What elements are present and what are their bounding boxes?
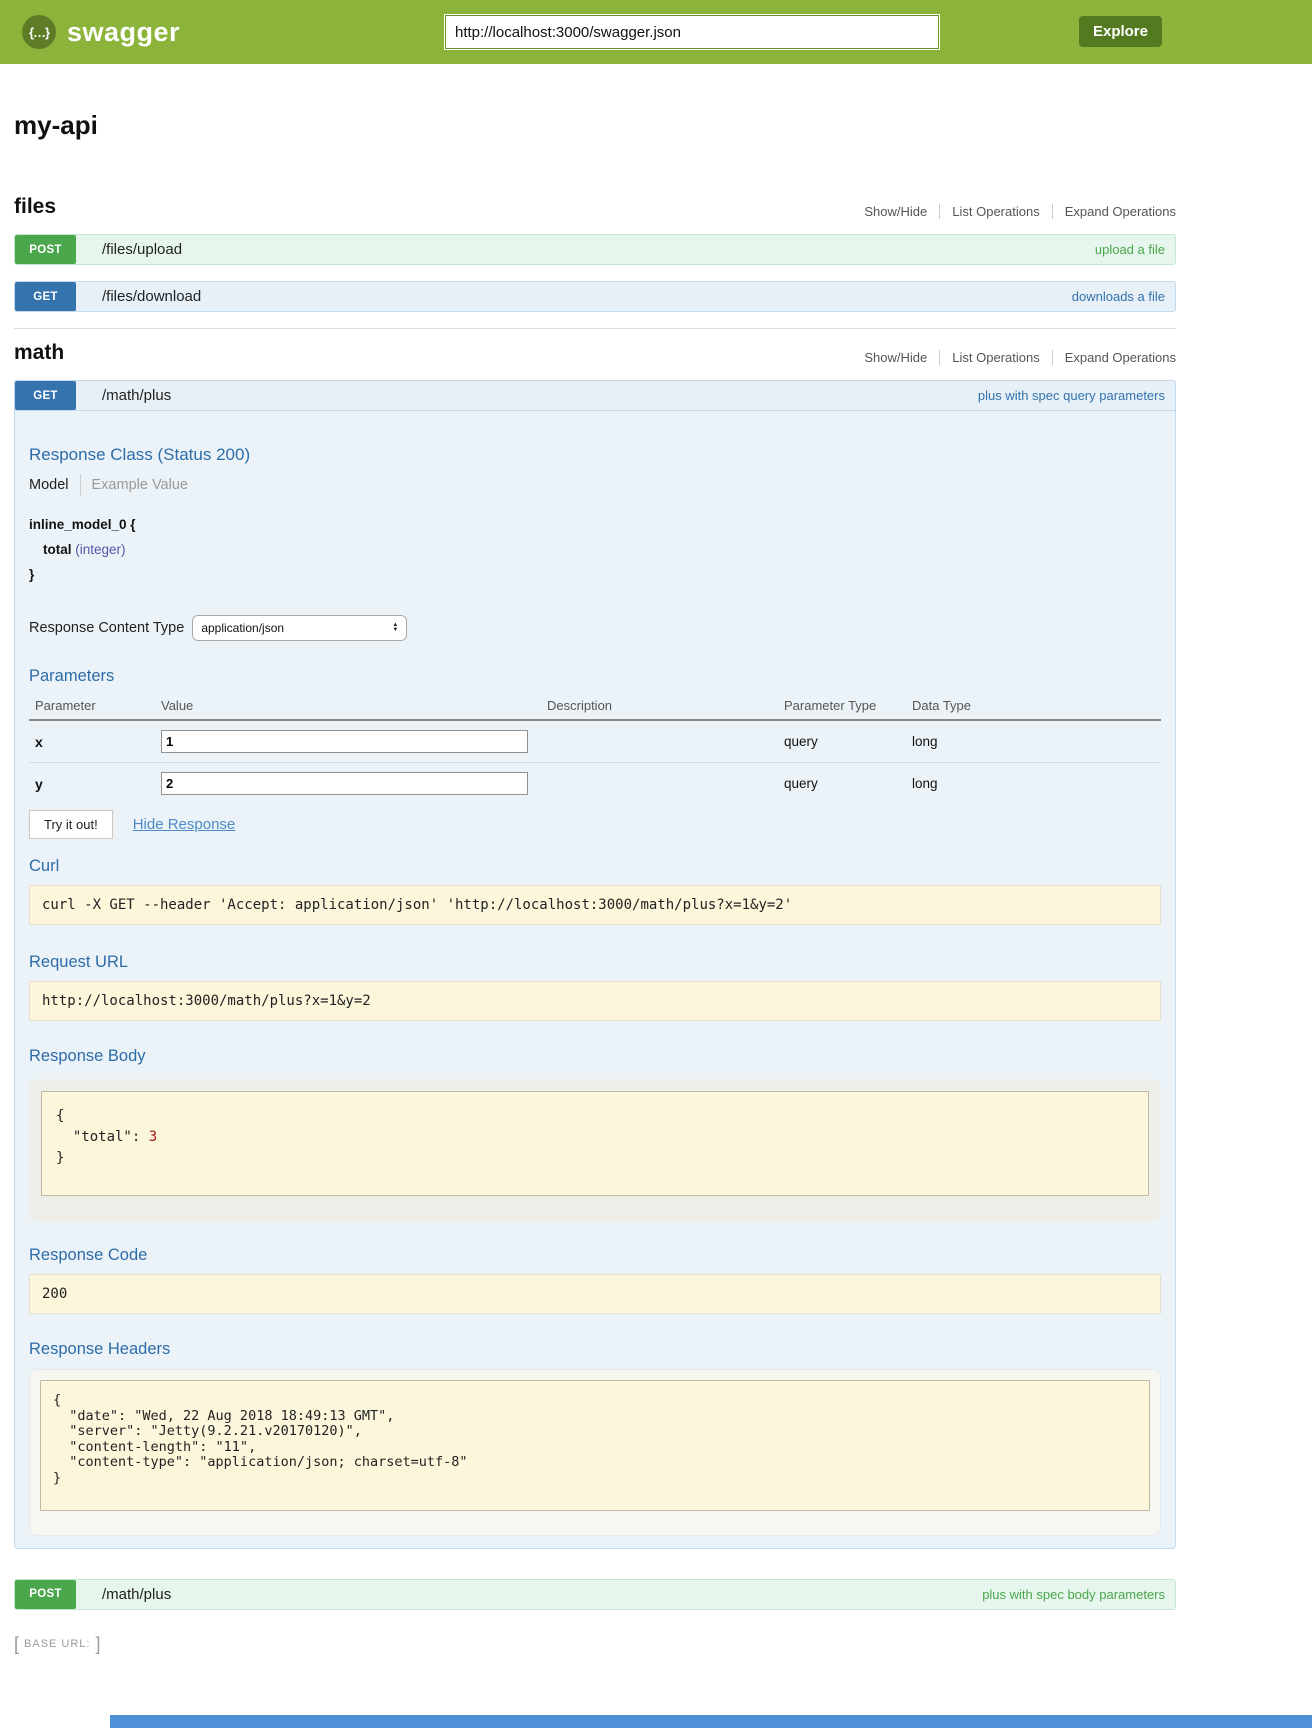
col-parameter-type: Parameter Type — [784, 698, 912, 713]
separator — [80, 474, 81, 496]
response-body-json: { "total": 3 } — [41, 1091, 1149, 1196]
list-operations-link[interactable]: List Operations — [952, 350, 1039, 365]
try-it-out-button[interactable]: Try it out! — [29, 810, 113, 839]
section-title-math: math — [14, 341, 64, 365]
list-operations-link[interactable]: List Operations — [952, 204, 1039, 219]
col-description: Description — [547, 698, 784, 713]
parameters-table: Parameter Value Description Parameter Ty… — [29, 694, 1161, 804]
request-url-heading: Request URL — [29, 953, 1161, 972]
parameters-heading: Parameters — [29, 667, 1161, 686]
response-code-heading: Response Code — [29, 1246, 1161, 1265]
model-property-name: total — [43, 542, 72, 557]
method-badge-post[interactable]: POST — [15, 1580, 76, 1609]
endpoint-row-math-plus-get[interactable]: GET /math/plus plus with spec query para… — [14, 380, 1176, 411]
show-hide-link[interactable]: Show/Hide — [864, 350, 927, 365]
separator — [939, 350, 940, 365]
section-files: files Show/Hide List Operations Expand O… — [14, 195, 1176, 312]
endpoint-row-files-download[interactable]: GET /files/download downloads a file — [14, 281, 1176, 312]
header-bar: {…} swagger Explore — [0, 0, 1312, 64]
response-content-type-select[interactable]: application/json ▲▼ — [192, 615, 407, 641]
method-badge-get[interactable]: GET — [15, 381, 76, 410]
response-class-heading: Response Class (Status 200) — [29, 445, 1161, 465]
param-type: query — [784, 734, 912, 749]
endpoint-description-link[interactable]: downloads a file — [1072, 289, 1165, 304]
param-name: y — [35, 776, 161, 792]
model-signature: inline_model_0 { total (integer) } — [29, 512, 1161, 587]
separator — [1052, 350, 1053, 365]
expand-operations-link[interactable]: Expand Operations — [1065, 204, 1176, 219]
endpoint-description-link[interactable]: plus with spec body parameters — [982, 1587, 1165, 1602]
endpoint-path[interactable]: /files/download — [102, 288, 201, 305]
operation-get-math-plus: GET /math/plus plus with spec query para… — [14, 380, 1176, 1549]
page-title: my-api — [14, 110, 1176, 141]
response-body-block: { "total": 3 } — [29, 1079, 1161, 1222]
endpoint-description-link[interactable]: plus with spec query parameters — [978, 388, 1165, 403]
operation-content: Response Class (Status 200) Model Exampl… — [14, 411, 1176, 1549]
method-badge-get[interactable]: GET — [15, 282, 76, 311]
bracket-close: ] — [95, 1634, 100, 1655]
separator — [939, 204, 940, 219]
response-code-value: 200 — [29, 1274, 1161, 1314]
col-parameter: Parameter — [35, 698, 161, 713]
spec-url-input[interactable] — [445, 15, 939, 49]
param-row-y: y query long — [29, 763, 1161, 804]
endpoint-row-files-upload[interactable]: POST /files/upload upload a file — [14, 234, 1176, 265]
section-divider — [14, 328, 1176, 329]
response-headers-json: { "date": "Wed, 22 Aug 2018 18:49:13 GMT… — [40, 1380, 1150, 1511]
response-headers-heading: Response Headers — [29, 1340, 1161, 1359]
param-x-input[interactable] — [161, 730, 528, 753]
method-badge-post[interactable]: POST — [15, 235, 76, 264]
curl-heading: Curl — [29, 857, 1161, 876]
param-name: x — [35, 734, 161, 750]
section-controls: Show/Hide List Operations Expand Operati… — [864, 350, 1176, 365]
section-math: math Show/Hide List Operations Expand Op… — [14, 341, 1176, 1610]
param-type: query — [784, 776, 912, 791]
content-wrap: my-api files Show/Hide List Operations E… — [0, 110, 1176, 1610]
brand-title: swagger — [67, 17, 180, 48]
section-controls: Show/Hide List Operations Expand Operati… — [864, 204, 1176, 219]
bottom-bar — [110, 1715, 1312, 1728]
response-body-heading: Response Body — [29, 1047, 1161, 1066]
hide-response-link[interactable]: Hide Response — [133, 816, 236, 833]
base-url-label: BASE URL: — [24, 1638, 90, 1650]
swagger-logo-icon: {…} — [22, 15, 56, 49]
tab-example-value[interactable]: Example Value — [92, 477, 188, 493]
model-tabs: Model Example Value — [29, 474, 1161, 496]
response-content-type-label: Response Content Type — [29, 620, 184, 636]
param-data-type: long — [912, 776, 1161, 791]
request-url-value: http://localhost:3000/math/plus?x=1&y=2 — [29, 981, 1161, 1021]
base-url-footer: [ BASE URL: ] — [14, 1634, 1312, 1655]
endpoint-description-link[interactable]: upload a file — [1095, 242, 1165, 257]
model-property-type: (integer) — [75, 542, 125, 557]
expand-operations-link[interactable]: Expand Operations — [1065, 350, 1176, 365]
section-title-files: files — [14, 195, 56, 219]
response-body-number: 3 — [149, 1129, 157, 1145]
param-row-x: x query long — [29, 721, 1161, 763]
endpoint-path[interactable]: /math/plus — [102, 1586, 171, 1603]
separator — [1052, 204, 1053, 219]
col-value: Value — [161, 698, 547, 713]
explore-button[interactable]: Explore — [1079, 16, 1162, 47]
model-open: inline_model_0 { — [29, 512, 1161, 537]
col-data-type: Data Type — [912, 698, 1161, 713]
parameters-header-row: Parameter Value Description Parameter Ty… — [29, 694, 1161, 721]
bracket-open: [ — [14, 1634, 19, 1655]
endpoint-path[interactable]: /math/plus — [102, 387, 171, 404]
param-y-input[interactable] — [161, 772, 528, 795]
response-headers-block: { "date": "Wed, 22 Aug 2018 18:49:13 GMT… — [29, 1369, 1161, 1536]
select-arrows-icon: ▲▼ — [392, 623, 398, 633]
endpoint-path[interactable]: /files/upload — [102, 241, 182, 258]
endpoint-row-math-plus-post[interactable]: POST /math/plus plus with spec body para… — [14, 1579, 1176, 1610]
show-hide-link[interactable]: Show/Hide — [864, 204, 927, 219]
param-data-type: long — [912, 734, 1161, 749]
selected-content-type: application/json — [201, 621, 284, 635]
tab-model[interactable]: Model — [29, 477, 69, 493]
model-close: } — [29, 562, 1161, 587]
curl-command: curl -X GET --header 'Accept: applicatio… — [29, 885, 1161, 925]
